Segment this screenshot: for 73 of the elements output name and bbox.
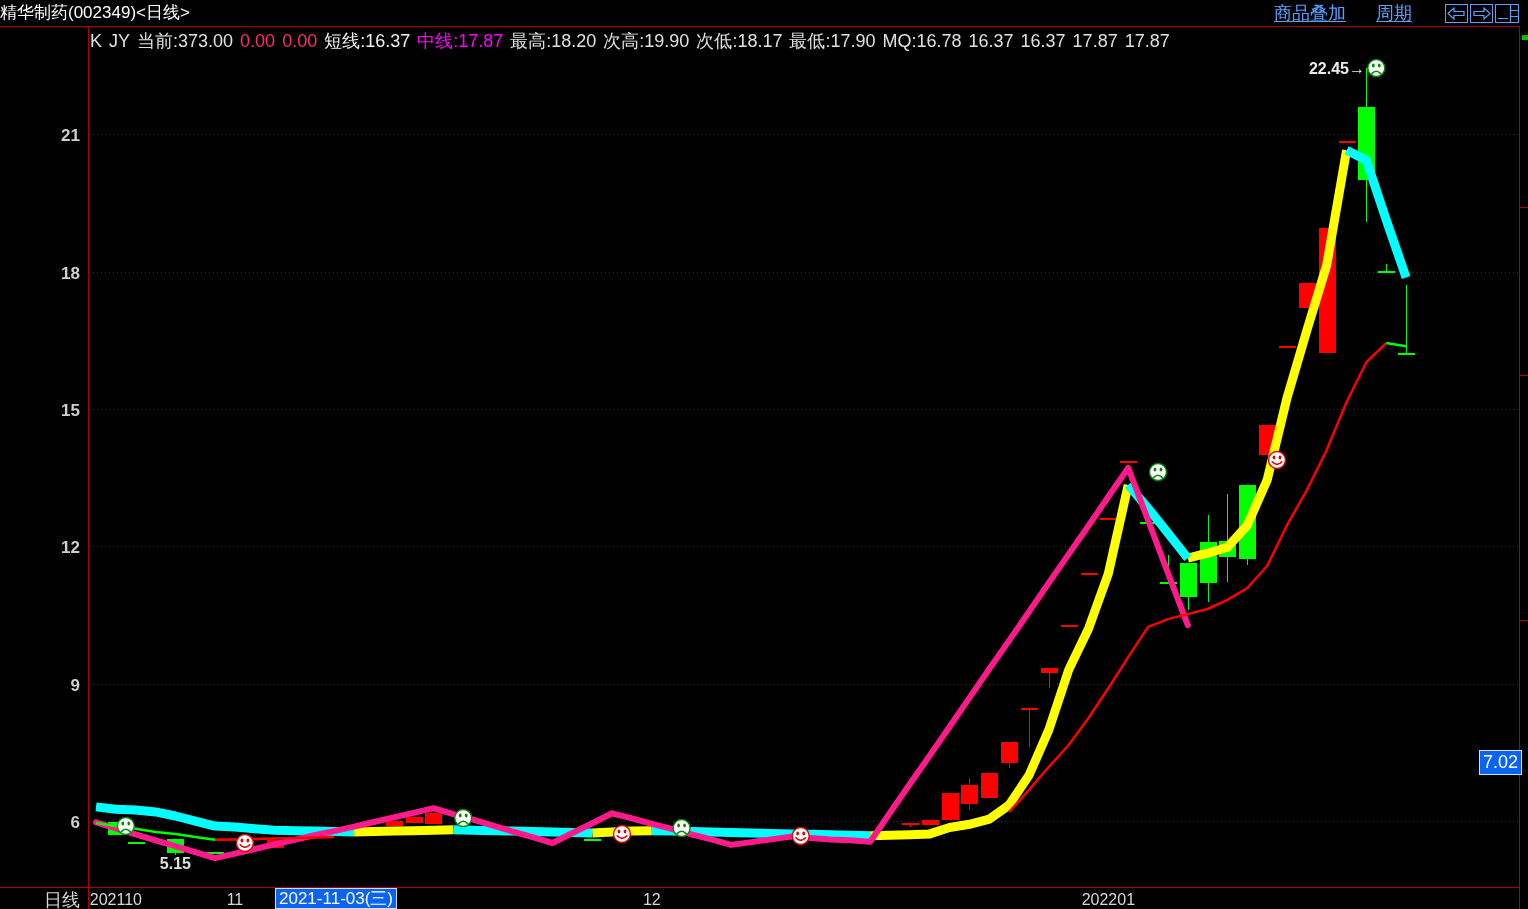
cursor-price-label: 7.02 (1479, 750, 1523, 775)
axis-label: 12 (61, 537, 80, 557)
indicator-value: MQ:16.78 (882, 30, 962, 52)
axis-label: 12 (642, 891, 661, 908)
axis-label: 6 (70, 812, 80, 832)
candlestick-drawing (406, 817, 423, 823)
cursor-date-label: 2021-11-03(三) (275, 888, 398, 909)
indicator-value: 次低:18.17 (696, 30, 783, 52)
axis-label: 202201 (1081, 891, 1136, 908)
smiley-icon (235, 833, 255, 853)
axis-label: 18 (61, 263, 80, 283)
axis-label: 15 (61, 400, 80, 420)
indicator-value: 16.37 (1020, 30, 1066, 52)
axis-label: 9 (70, 675, 80, 695)
indicator-value: 次高:19.90 (603, 30, 690, 52)
smiley-icon (1267, 450, 1287, 470)
toolbar-link[interactable]: 周期 (1376, 2, 1412, 24)
frown-icon (672, 818, 691, 838)
candlestick-drawing (1100, 518, 1117, 520)
candlestick-drawing (267, 840, 284, 848)
candlestick-drawing (386, 821, 403, 826)
marker-icon (1522, 35, 1528, 40)
price-label: 5.15 (159, 855, 191, 872)
candlestick-drawing (1160, 554, 1177, 584)
candlestick-drawing (961, 777, 978, 811)
frown-icon (1148, 462, 1168, 482)
indicator-value: 0.00 (240, 30, 276, 52)
frown-icon (454, 808, 473, 828)
toolbar-link[interactable]: 商品叠加 (1274, 2, 1346, 24)
candlestick-drawing (425, 813, 442, 824)
right-arrow-icon[interactable] (1470, 3, 1493, 23)
indicator-value: 最低:17.90 (789, 30, 876, 52)
period-label: 日线 (44, 890, 80, 909)
candlestick-drawing (1279, 346, 1296, 348)
indicator-value: 16.37 (968, 30, 1014, 52)
candlestick-drawing (207, 852, 224, 854)
indicator-value: 17.87 (1124, 30, 1170, 52)
candlestick-drawing (902, 823, 919, 828)
indicator-value: 0.00 (282, 30, 318, 52)
indicator-value: 当前:373.00 (137, 30, 234, 52)
smiley-icon (612, 824, 632, 844)
candlestick-drawing (1378, 263, 1395, 273)
candlestick-drawing (1180, 563, 1197, 611)
axis-label: 11 (226, 891, 244, 908)
candlestick-drawing (1061, 625, 1078, 627)
candlestick-drawing (128, 842, 145, 844)
axis-label: 202110 (89, 891, 142, 908)
candlestick-drawing (1021, 708, 1038, 748)
candlestick-drawing (1081, 573, 1098, 575)
indicator-value: K (90, 30, 102, 52)
candlestick-drawing (1120, 461, 1137, 463)
price-label: 22.45→ (1308, 60, 1365, 77)
indicator-value: 17.87 (1072, 30, 1118, 52)
split-window-icon[interactable] (1495, 3, 1519, 23)
indicator-value: 中线:17.87 (417, 30, 504, 52)
candlestick-drawing (981, 773, 998, 798)
candlestick-drawing (1001, 742, 1018, 769)
candlestick-drawing (584, 839, 601, 841)
frown-icon (1367, 58, 1386, 78)
smiley-icon (791, 826, 810, 846)
candlestick-drawing (942, 793, 959, 820)
candlestick-drawing (1339, 141, 1356, 143)
candlestick-drawing (1398, 284, 1415, 355)
window-title: 精华制药(002349)<日线> (0, 2, 190, 24)
frown-icon (116, 816, 135, 836)
candlestick-drawing (922, 820, 939, 825)
axis-label: 21 (61, 125, 80, 145)
candlestick-drawing (1140, 522, 1157, 524)
indicator-value: 短线:16.37 (324, 30, 411, 52)
indicator-value: 最高:18.20 (510, 30, 597, 52)
candlestick-drawing (1041, 668, 1058, 689)
indicator-value: JY (109, 30, 131, 52)
left-arrow-icon[interactable] (1445, 3, 1468, 23)
